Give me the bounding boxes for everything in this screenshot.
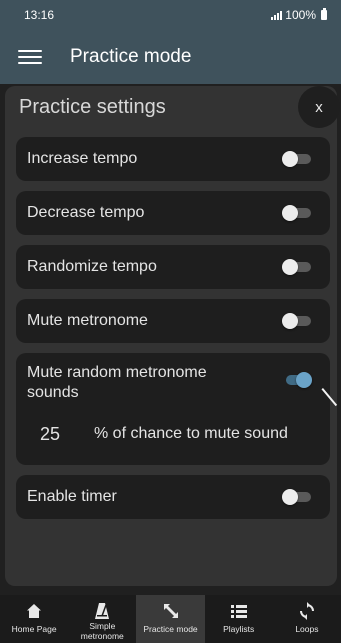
increase-tempo-toggle[interactable] <box>282 151 313 167</box>
dialog-title: Practice settings <box>19 96 166 118</box>
setting-increase-tempo: Increase tempo <box>16 137 330 181</box>
nav-label: Simple metronome <box>80 621 124 641</box>
nav-simple-metronome[interactable]: Simple metronome <box>68 595 136 643</box>
list-icon <box>230 601 247 621</box>
practice-settings-dialog: Practice settings x Increase tempo Decre… <box>5 86 340 586</box>
decrease-tempo-toggle[interactable] <box>282 205 313 221</box>
mute-chance-label: % of chance to mute sound <box>94 425 288 442</box>
app-bar: Practice mode <box>0 30 341 84</box>
loop-icon <box>299 601 315 621</box>
signal-icon <box>271 10 283 20</box>
practice-arrows-icon <box>162 601 180 621</box>
page-title: Practice mode <box>70 46 192 67</box>
nav-home[interactable]: Home Page <box>0 595 68 643</box>
battery-icon <box>321 8 327 20</box>
setting-enable-timer: Enable timer <box>16 475 330 519</box>
status-bar: 13:16 100% <box>0 0 341 30</box>
setting-mute-metronome: Mute metronome <box>16 299 330 343</box>
setting-mute-random-sounds: Mute random metronome sounds 25 % of cha… <box>16 353 330 465</box>
setting-label: Randomize tempo <box>27 258 157 275</box>
enable-timer-toggle[interactable] <box>282 489 313 505</box>
setting-decrease-tempo: Decrease tempo <box>16 191 330 235</box>
close-button[interactable]: x <box>298 86 340 128</box>
randomize-tempo-toggle[interactable] <box>282 259 313 275</box>
battery-percent: 100% <box>285 8 316 22</box>
nav-label: Home Page <box>11 624 57 634</box>
setting-label: Mute metronome <box>27 312 148 329</box>
mute-random-sounds-toggle[interactable] <box>282 372 313 388</box>
nav-playlists[interactable]: Playlists <box>205 595 273 643</box>
nav-practice-mode[interactable]: Practice mode <box>136 595 205 643</box>
nav-label: Playlists <box>223 624 255 634</box>
bottom-navigation: Home Page Simple metronome Practice mode… <box>0 595 341 643</box>
setting-label: Increase tempo <box>27 150 138 167</box>
nav-label: Loops <box>295 624 319 634</box>
setting-randomize-tempo: Randomize tempo <box>16 245 330 289</box>
status-indicators: 100% <box>271 8 327 22</box>
setting-label: Mute random metronome sounds <box>27 364 207 401</box>
status-time: 13:16 <box>24 8 55 22</box>
metronome-icon <box>94 601 110 621</box>
setting-label: Enable timer <box>27 488 117 505</box>
mute-metronome-toggle[interactable] <box>282 313 313 329</box>
menu-icon[interactable] <box>18 48 42 66</box>
nav-label: Practice mode <box>143 624 198 634</box>
nav-loops[interactable]: Loops <box>273 595 341 643</box>
home-icon <box>26 601 42 621</box>
setting-label: Decrease tempo <box>27 204 145 221</box>
mute-chance-value[interactable]: 25 <box>40 424 60 445</box>
